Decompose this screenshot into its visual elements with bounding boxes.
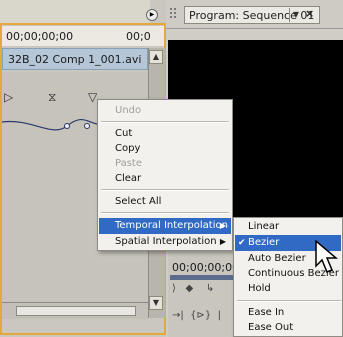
menu-item-clear[interactable]: Clear [99, 171, 231, 187]
mouse-pointer-icon [315, 240, 339, 273]
submenu-arrow-icon: ▶ [219, 221, 226, 230]
close-icon[interactable]: × [305, 7, 314, 20]
submenu-item-ease-out[interactable]: Ease Out [235, 320, 341, 336]
keyframe-icon[interactable]: ▷ [4, 90, 13, 104]
horizontal-scrollbar[interactable] [2, 302, 148, 319]
spatial-interpolation-label: Spatial Interpolation [115, 236, 217, 247]
grip-icon[interactable] [170, 8, 180, 22]
keyframe-icon[interactable]: ▽ [88, 90, 97, 104]
current-timecode[interactable]: 00;00;00;00 [6, 30, 73, 43]
menu-item-select-all[interactable]: Select All [99, 194, 231, 210]
menu-separator [101, 212, 229, 214]
submenu-item-ease-in[interactable]: Ease In [235, 305, 341, 321]
menu-item-cut[interactable]: Cut [99, 126, 231, 142]
scroll-up-icon[interactable]: ▲ [149, 50, 163, 64]
menu-separator [237, 300, 341, 302]
menu-separator [101, 189, 229, 191]
submenu-arrow-icon: ▶ [219, 237, 226, 246]
panel-menu-icon[interactable]: ▶ [146, 9, 158, 21]
scroll-thumb[interactable] [16, 306, 136, 316]
submenu-item-hold[interactable]: Hold [235, 281, 341, 297]
tab-program-sequence[interactable]: Program: Sequence 01 ▼ × [184, 6, 320, 24]
checkmark-icon: ✔ [238, 238, 246, 248]
timeline-tab-strip [0, 0, 150, 25]
temporal-interpolation-label: Temporal Interpolation [115, 220, 228, 231]
menu-item-temporal-interpolation[interactable]: Temporal Interpolation ▶ [99, 218, 231, 234]
menu-item-copy[interactable]: Copy [99, 141, 231, 157]
timeline-timecode-bar: 00;00;00;00 00;0 [2, 26, 164, 46]
clip-track-header[interactable]: 32B_02 Comp 1_001.avi [2, 48, 148, 70]
monitor-marker-icons[interactable]: ⟩ ◆ ↳ [172, 283, 214, 294]
bezier-label: Bezier [248, 237, 280, 248]
scroll-down-icon[interactable]: ▼ [149, 296, 163, 310]
menu-item-paste: Paste [115, 158, 142, 169]
interpolation-curve [2, 118, 98, 131]
temporal-interpolation-submenu: Linear ✔ Bezier Auto Bezier Continuous B… [233, 217, 343, 337]
clip-name: 32B_02 Comp 1_001.avi [8, 53, 142, 66]
menu-separator [101, 121, 229, 123]
context-menu: Undo Cut Copy Paste Clear Select All Tem… [97, 99, 233, 251]
monitor-time-ruler[interactable] [170, 275, 240, 280]
menu-item-spatial-interpolation[interactable]: Spatial Interpolation ▶ [99, 234, 231, 250]
tab-dropdown-icon[interactable]: ▼ [289, 8, 302, 22]
submenu-item-linear[interactable]: Linear [235, 219, 341, 235]
monitor-transport-icons[interactable]: →| {⊳} | [172, 310, 221, 321]
keyframe-icon[interactable]: ⧖ [48, 90, 56, 105]
menu-item-undo: Undo [115, 105, 142, 116]
monitor-timecode[interactable]: 00;00;00;00 [172, 261, 239, 274]
end-timecode: 00;0 [126, 30, 151, 43]
